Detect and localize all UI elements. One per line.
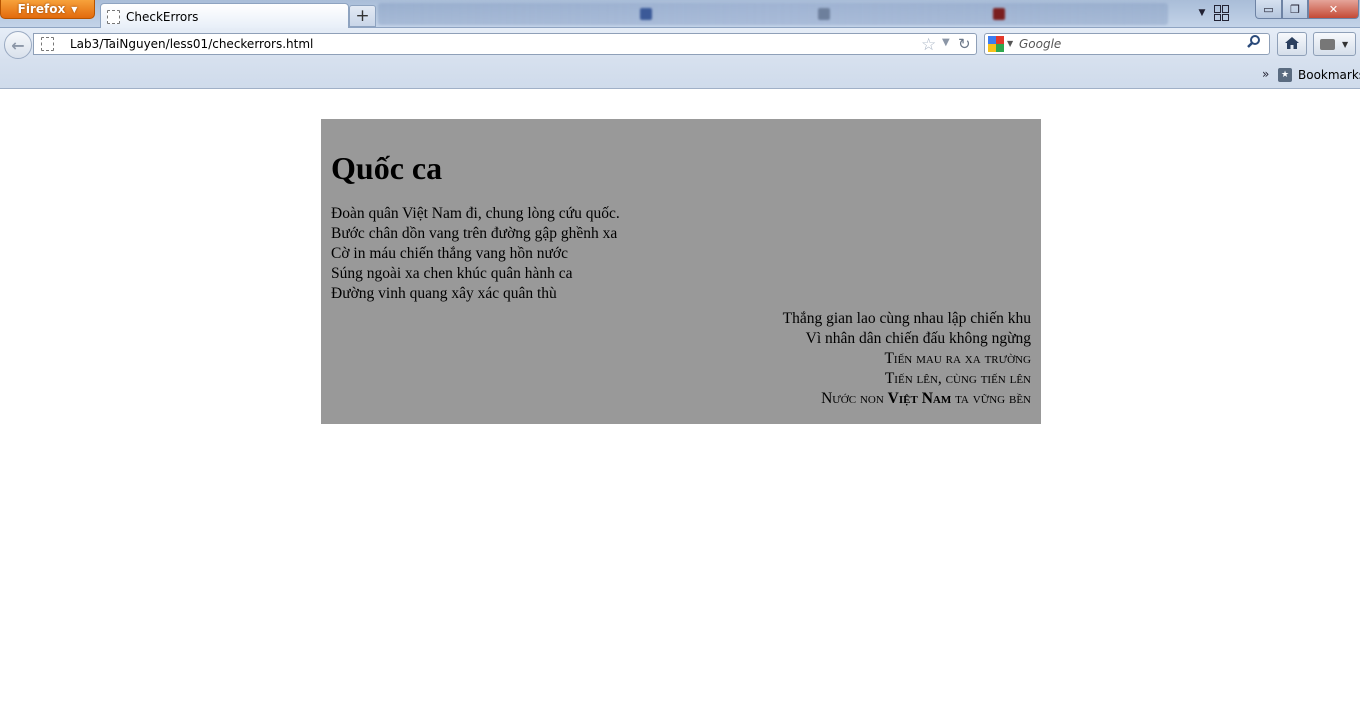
tab-title: CheckErrors [126,9,199,24]
background-tabs[interactable] [378,3,1168,25]
last-line-end: ta vững bền [951,390,1031,407]
verse-left: Đoàn quân Việt Nam đi, chung lòng cứu qu… [331,204,1031,304]
poem-container: Quốc ca Đoàn quân Việt Nam đi, chung lòn… [321,119,1041,424]
bookmarks-star-icon: ★ [1278,68,1292,82]
poem-title: Quốc ca [331,150,443,186]
double-chevron-icon[interactable]: » [1262,67,1269,81]
bookmarks-menu-button[interactable]: ★ Bookmarks [1278,67,1360,83]
poem-line: Tiến mau ra xa trường [884,350,1031,367]
google-engine-icon[interactable] [988,36,1004,52]
star-icon[interactable]: ☆ [921,35,936,55]
tab-favicon-icon [993,8,1005,20]
last-line-emphasis: Việt Nam [887,390,952,407]
verse-right: Thắng gian lao cùng nhau lập chiến khu V… [331,309,1031,409]
firefox-menu-label: Firefox [17,2,66,16]
chevron-down-icon: ▼ [71,4,78,14]
addon-button[interactable]: ▼ [1313,32,1356,56]
chevron-down-icon: ▼ [1342,39,1349,49]
minimize-icon: ▭ [1263,2,1274,16]
poem-line: Tiến lên, cùng tiến lên [884,370,1031,387]
bookmarks-toolbar: » ★ Bookmarks [0,61,1360,89]
search-input[interactable] [1019,34,1241,54]
poem-line: Thắng gian lao cùng nhau lập chiến khu [782,310,1031,327]
poem-line: Vì nhân dân chiến đấu không ngừng [805,330,1031,347]
site-identity-icon[interactable] [41,37,54,51]
tab-list-button[interactable]: ▼ [1194,5,1210,21]
chevron-down-icon[interactable]: ▼ [1007,39,1013,48]
tab-favicon-icon [818,8,830,20]
title-bar: Firefox ▼ CheckErrors + ▼ ▭ ❐ ✕ [0,0,1360,29]
tab-checkerrors[interactable]: CheckErrors [100,3,349,29]
addon-icon [1320,38,1335,50]
poem-line: Đường vinh quang xây xác quân thù [331,285,557,302]
home-button[interactable] [1277,32,1307,56]
navigation-toolbar: ← ☆ ▼ ↻ ▼ ▼ [0,28,1360,61]
url-bar[interactable]: ☆ ▼ ↻ [33,33,977,55]
maximize-button[interactable]: ❐ [1282,0,1308,19]
page-icon [107,9,120,24]
arrow-left-icon: ← [11,35,25,55]
page-viewport: Quốc ca Đoàn quân Việt Nam đi, chung lòn… [0,90,1360,725]
chevron-down-icon: ▼ [1198,8,1206,18]
last-line-start: Nước non [821,390,888,407]
poem-line: Bước chân dồn vang trên đường gập ghềnh … [331,225,618,242]
home-icon [1284,36,1300,53]
window-controls: ▭ ❐ ✕ [1255,0,1360,19]
new-tab-button[interactable]: + [349,5,376,27]
url-input[interactable] [70,34,920,54]
close-icon: ✕ [1328,2,1339,16]
search-icon[interactable] [1247,34,1261,52]
poem-line: Súng ngoài xa chen khúc quân hành ca [331,265,573,282]
firefox-menu-button[interactable]: Firefox ▼ [0,0,95,19]
minimize-button[interactable]: ▭ [1255,0,1282,19]
poem-line: Cờ in máu chiến thắng vang hồn nước [331,245,569,262]
back-button[interactable]: ← [4,31,32,59]
poem-line: Đoàn quân Việt Nam đi, chung lòng cứu qu… [331,205,620,222]
history-dropdown-icon[interactable]: ▼ [942,37,950,48]
bookmarks-label: Bookmarks [1298,68,1360,82]
tab-favicon-icon [640,8,652,20]
tab-groups-button[interactable] [1214,5,1230,21]
plus-icon: + [355,6,370,26]
grid-icon [1214,5,1221,13]
search-bar[interactable]: ▼ [984,33,1270,55]
close-button[interactable]: ✕ [1308,0,1359,19]
restore-icon: ❐ [1290,2,1300,16]
poem-last-line: Nước non Việt Nam ta vững bền [331,389,1031,409]
reload-icon[interactable]: ↻ [958,35,971,53]
